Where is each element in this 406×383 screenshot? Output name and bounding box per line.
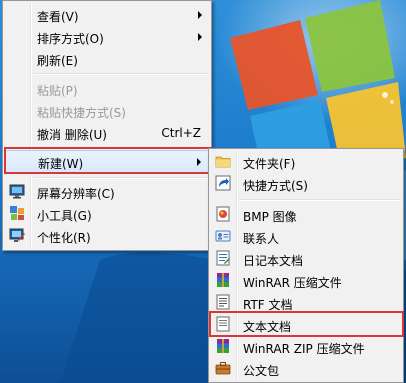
- winrar-icon: [217, 273, 229, 287]
- menu-item-label: 个性化(R): [37, 231, 91, 245]
- submenu-item-label: WinRAR ZIP 压缩文件: [243, 342, 365, 356]
- submenu-item-label: RTF 文档: [243, 298, 293, 312]
- menu-item-sort-by[interactable]: 排序方式(O): [5, 26, 209, 48]
- submenu-item-rtf-document[interactable]: RTF 文档: [211, 292, 401, 314]
- submenu-item-text-document[interactable]: 文本文档: [211, 314, 401, 336]
- menu-item-label: 查看(V): [37, 10, 79, 24]
- submenu-item-contact[interactable]: 联系人: [211, 226, 401, 248]
- shortcut-icon: [215, 175, 231, 191]
- briefcase-icon: [215, 362, 231, 375]
- submenu-arrow-icon: [197, 158, 201, 166]
- menu-item-shortcut: Ctrl+Z: [161, 126, 201, 140]
- menu-item-personalize[interactable]: 个性化(R): [5, 225, 209, 247]
- submenu-item-folder[interactable]: 文件夹(F): [211, 151, 401, 173]
- submenu-item-briefcase[interactable]: 公文包: [211, 358, 401, 380]
- contact-icon: [215, 230, 231, 242]
- submenu-item-label: BMP 图像: [243, 210, 297, 224]
- bmp-image-icon: [216, 206, 230, 222]
- menu-item-refresh[interactable]: 刷新(E): [5, 48, 209, 70]
- submenu-item-label: 联系人: [243, 232, 280, 246]
- menu-item-gadgets[interactable]: 小工具(G): [5, 203, 209, 225]
- submenu-item-label: 公文包: [243, 364, 280, 378]
- display-icon: [9, 184, 25, 199]
- submenu-item-label: 日记本文档: [243, 254, 304, 268]
- submenu-arrow-icon: [198, 11, 202, 19]
- journal-icon: [216, 250, 230, 266]
- submenu-item-winrar-archive[interactable]: WinRAR 压缩文件: [211, 270, 401, 292]
- menu-item-label: 排序方式(O): [37, 32, 104, 46]
- winrar-zip-icon: [217, 339, 229, 353]
- menu-separator: [33, 147, 209, 149]
- menu-item-label: 粘贴(P): [37, 84, 78, 98]
- menu-separator: [33, 177, 209, 179]
- menu-item-label: 屏幕分辨率(C): [37, 187, 115, 201]
- submenu-item-label: 文本文档: [243, 320, 292, 334]
- menu-item-paste[interactable]: 粘贴(P): [5, 78, 209, 100]
- menu-item-label: 撤消 删除(U): [37, 128, 107, 142]
- menu-item-view[interactable]: 查看(V): [5, 4, 209, 26]
- submenu-arrow-icon: [198, 33, 202, 41]
- menu-item-undo-delete[interactable]: 撤消 删除(U) Ctrl+Z: [5, 122, 209, 144]
- desktop-context-menu: 查看(V) 排序方式(O) 刷新(E) 粘贴(P) 粘贴快捷方式(S) 撤消 删…: [2, 0, 212, 251]
- menu-item-label: 刷新(E): [37, 54, 78, 68]
- rtf-document-icon: [216, 294, 230, 310]
- submenu-item-label: WinRAR 压缩文件: [243, 276, 342, 290]
- new-submenu: 文件夹(F) 快捷方式(S) BMP 图像 联系人 日记本文档 WinRAR 压…: [208, 148, 404, 383]
- gadgets-icon: [10, 206, 24, 220]
- text-document-icon: [216, 316, 230, 332]
- menu-separator: [239, 199, 401, 201]
- menu-item-paste-shortcut[interactable]: 粘贴快捷方式(S): [5, 100, 209, 122]
- menu-item-label: 小工具(G): [37, 209, 92, 223]
- menu-item-label: 粘贴快捷方式(S): [37, 106, 126, 120]
- submenu-item-shortcut[interactable]: 快捷方式(S): [211, 173, 401, 195]
- personalize-icon: [9, 228, 25, 242]
- submenu-item-label: 文件夹(F): [243, 157, 296, 171]
- menu-item-new[interactable]: 新建(W): [5, 150, 209, 173]
- submenu-item-winrar-zip-archive[interactable]: WinRAR ZIP 压缩文件: [211, 336, 401, 358]
- submenu-item-bmp-image[interactable]: BMP 图像: [211, 204, 401, 226]
- menu-item-label: 新建(W): [38, 157, 84, 171]
- folder-icon: [215, 156, 231, 168]
- menu-item-screen-resolution[interactable]: 屏幕分辨率(C): [5, 181, 209, 203]
- submenu-item-label: 快捷方式(S): [243, 179, 308, 193]
- menu-separator: [33, 73, 209, 75]
- submenu-item-journal-document[interactable]: 日记本文档: [211, 248, 401, 270]
